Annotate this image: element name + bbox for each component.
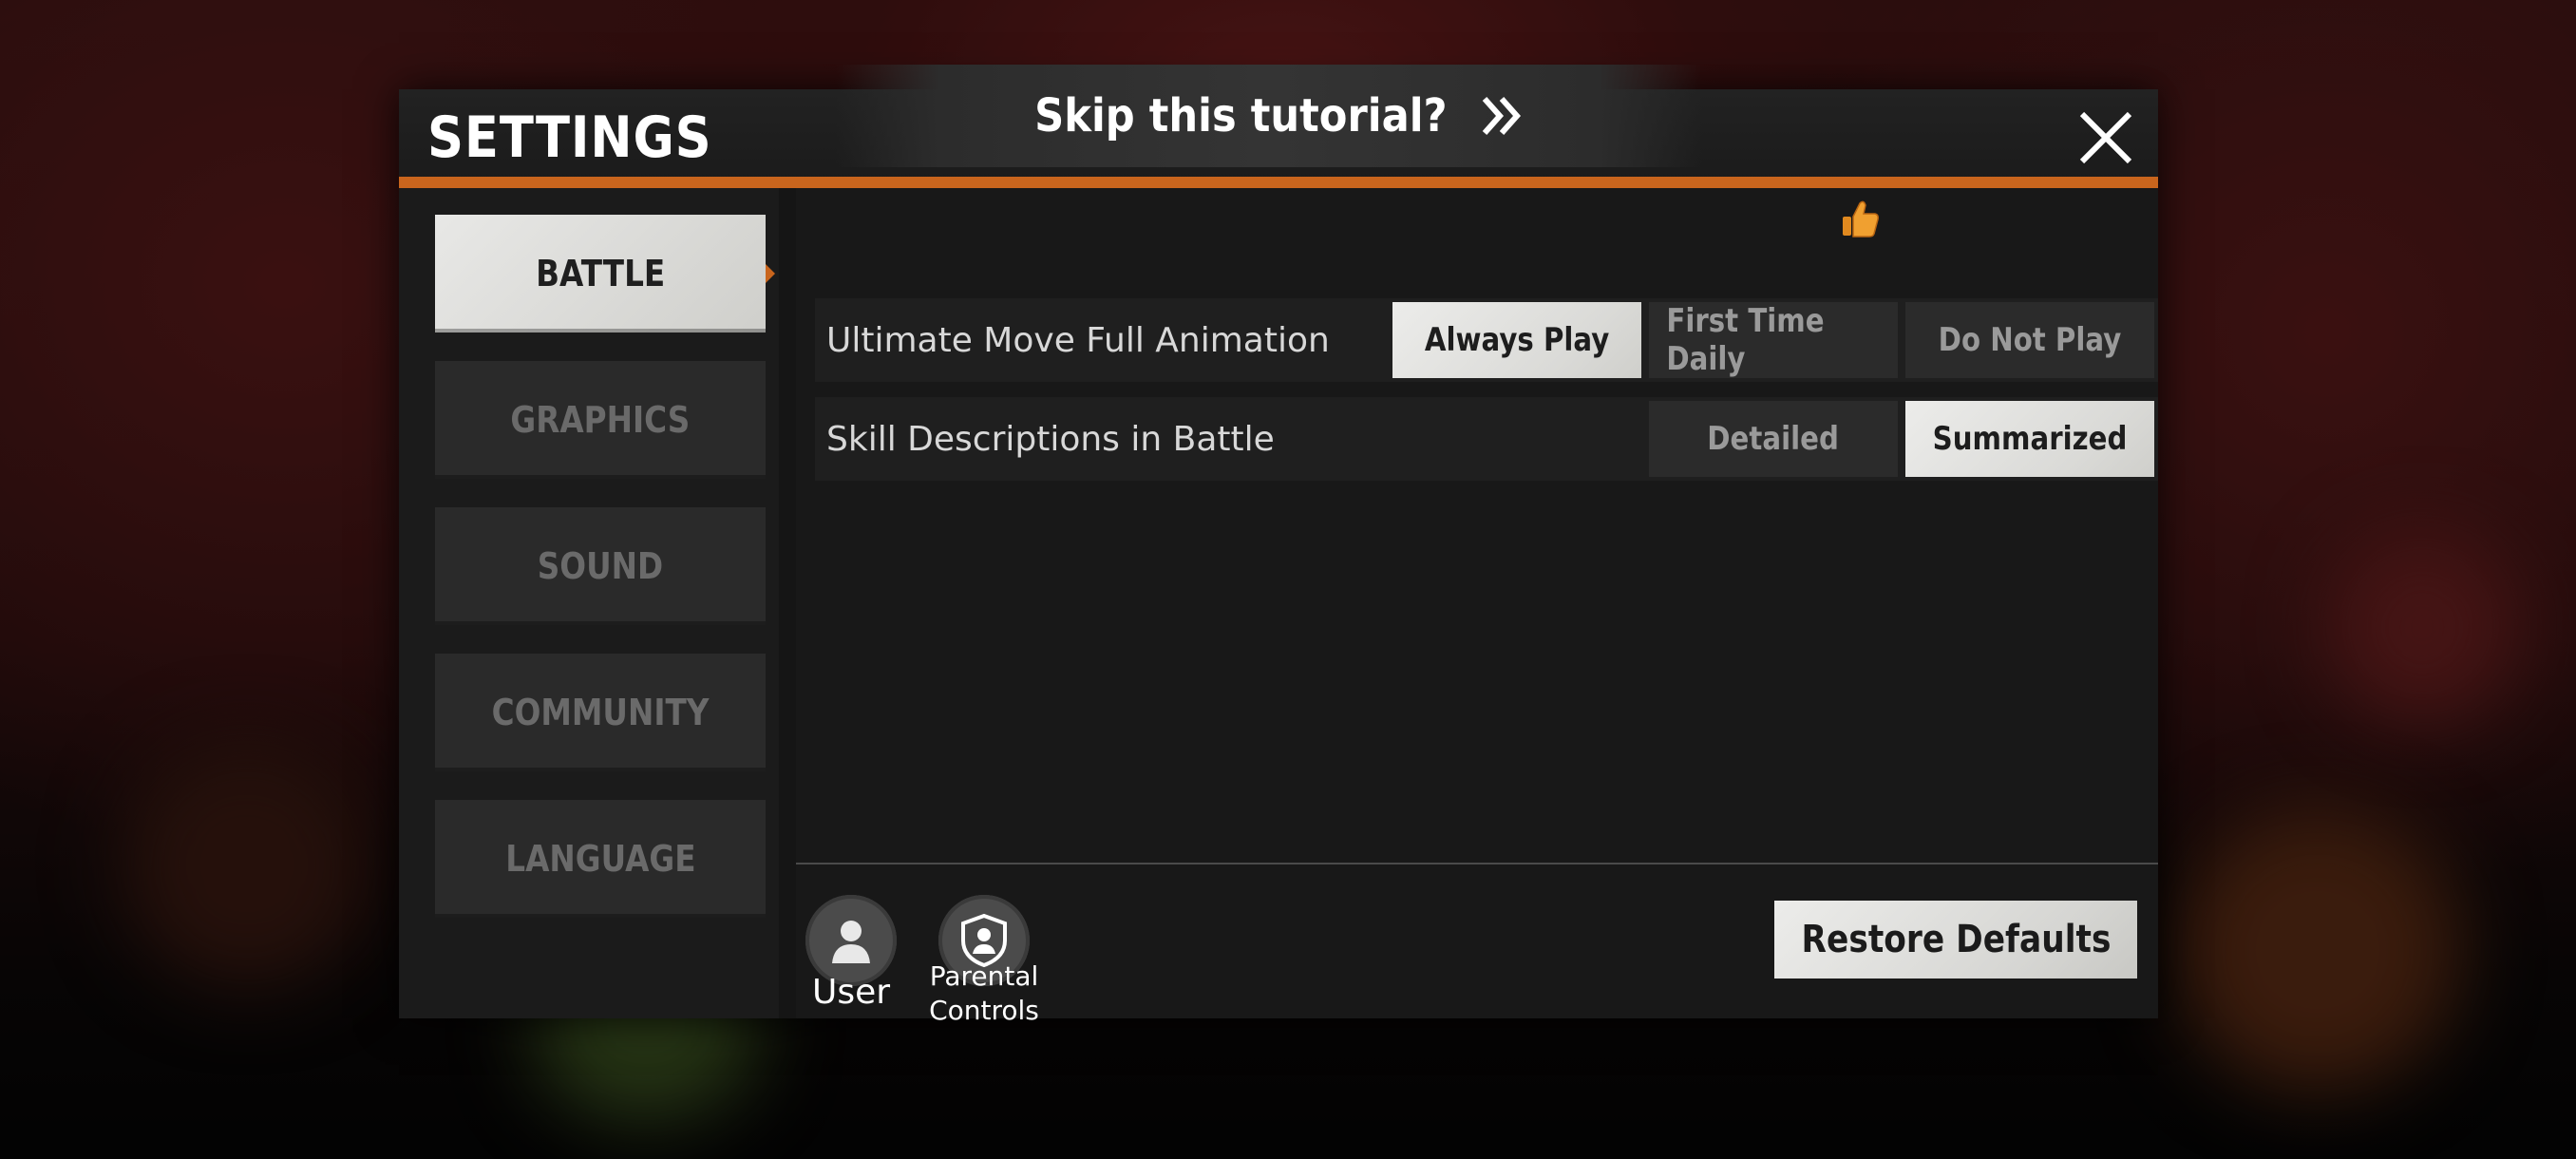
settings-panel: SETTINGS BATTLE GRAPHICS SOUND COMMUNITY…	[399, 89, 2158, 1018]
parental-controls-label: Parental Controls	[929, 960, 1039, 1026]
close-icon[interactable]	[2074, 106, 2137, 169]
option-do-not-play[interactable]: Do Not Play	[1905, 302, 2154, 378]
settings-sidebar: BATTLE GRAPHICS SOUND COMMUNITY LANGUAGE	[399, 188, 779, 1018]
skip-tutorial-button[interactable]: Skip this tutorial?	[836, 65, 1702, 167]
user-label: User	[811, 973, 891, 1012]
tab-battle[interactable]: BATTLE	[435, 215, 775, 332]
thumbs-up-icon	[1843, 200, 1879, 238]
tab-sound[interactable]: SOUND	[435, 507, 766, 625]
tab-graphics[interactable]: GRAPHICS	[435, 361, 766, 479]
option-always-play[interactable]: Always Play	[1392, 302, 1641, 378]
header-accent-bar	[399, 177, 2158, 188]
option-first-time-daily[interactable]: First Time Daily	[1649, 302, 1898, 378]
setting-row-ultimate-animation: Ultimate Move Full Animation Always Play…	[815, 298, 2158, 382]
option-summarized[interactable]: Summarized	[1905, 401, 2154, 477]
setting-label: Skill Descriptions in Battle	[826, 419, 1275, 459]
settings-content: Ultimate Move Full Animation Always Play…	[796, 188, 2158, 1018]
user-icon	[832, 921, 870, 963]
option-detailed[interactable]: Detailed	[1649, 401, 1898, 477]
setting-label: Ultimate Move Full Animation	[826, 320, 1330, 360]
footer-divider	[796, 863, 2158, 864]
tab-language[interactable]: LANGUAGE	[435, 800, 766, 918]
restore-defaults-button[interactable]: Restore Defaults	[1774, 901, 2137, 978]
page-title: SETTINGS	[427, 104, 712, 171]
tab-community[interactable]: COMMUNITY	[435, 654, 766, 771]
skip-tutorial-label: Skip this tutorial?	[1033, 89, 1448, 142]
double-chevron-right-icon	[1483, 97, 1522, 135]
setting-row-skill-descriptions: Skill Descriptions in Battle Detailed Su…	[815, 397, 2158, 481]
